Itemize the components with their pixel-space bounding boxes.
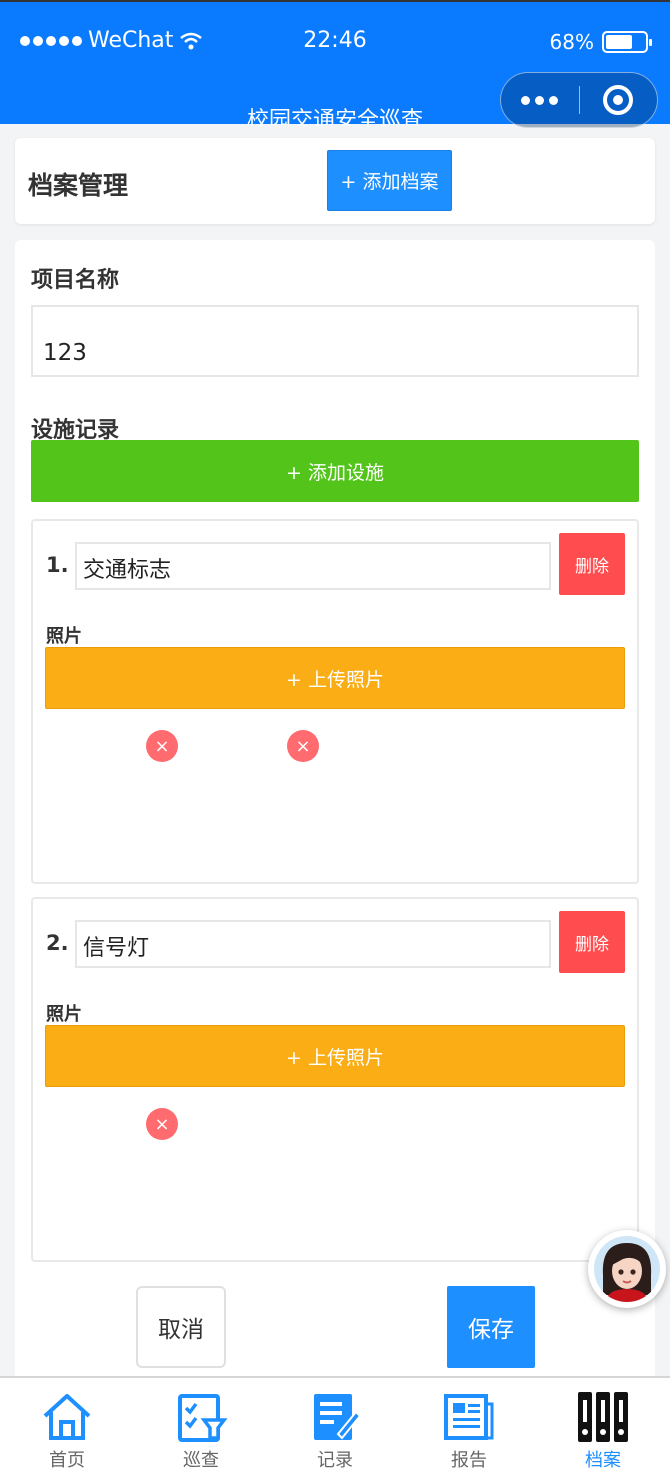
tab-label: 记录 [317,1450,353,1471]
record-icon [307,1390,363,1444]
more-menu-icon[interactable] [501,95,579,105]
section-title: 档案管理 [28,171,129,200]
facility-number: 2. [46,931,69,955]
remove-photo-icon[interactable]: × [287,730,319,762]
battery-percent: 68% [549,30,594,54]
close-program-icon[interactable] [580,85,658,115]
facility-number: 1. [46,553,69,577]
save-button[interactable]: 保存 [447,1286,535,1368]
tab-inspection[interactable]: 巡查 [134,1378,268,1472]
tab-record[interactable]: 记录 [268,1378,402,1472]
delete-facility-button[interactable]: 删除 [559,911,625,973]
inspection-icon [173,1390,229,1444]
archive-header-card: 档案管理 + 添加档案 [15,138,655,224]
tab-label: 巡查 [183,1450,219,1471]
assistant-face-icon [594,1236,660,1302]
project-name-input[interactable]: 123 [31,305,639,377]
assistant-avatar[interactable] [588,1230,666,1308]
remove-photo-icon[interactable]: × [146,1108,178,1140]
upload-photo-button[interactable]: + 上传照片 [45,1025,625,1087]
home-icon [39,1390,95,1444]
facility-name-input[interactable]: 交通标志 [75,542,551,590]
tab-home[interactable]: 首页 [0,1378,134,1472]
delete-facility-button[interactable]: 删除 [559,533,625,595]
facility-name-input[interactable]: 信号灯 [75,920,551,968]
photo-label: 照片 [46,626,82,647]
project-name-label: 项目名称 [31,268,120,293]
tab-label: 档案 [585,1450,621,1471]
report-icon [441,1390,497,1444]
mini-program-capsule [500,72,658,128]
add-facility-button[interactable]: + 添加设施 [31,440,639,502]
upload-photo-button[interactable]: + 上传照片 [45,647,625,709]
tab-archive[interactable]: 档案 [536,1378,670,1472]
archive-icon [575,1390,631,1444]
tab-report[interactable]: 报告 [402,1378,536,1472]
photo-label: 照片 [46,1004,82,1025]
archive-form: 项目名称 123 设施记录 + 添加设施 1. 交通标志 删除 照片 + 上传照… [15,240,655,1400]
facility-item: 2. 信号灯 删除 照片 + 上传照片 × [31,897,639,1262]
tab-label: 首页 [49,1450,85,1471]
battery-icon [602,31,652,53]
add-archive-button[interactable]: + 添加档案 [327,150,452,211]
cancel-button[interactable]: 取消 [136,1286,226,1368]
bottom-tab-bar: 首页 巡查 记录 报告 档案 [0,1376,670,1472]
top-bar: WeChat 22:46 68% 校园交通安全巡查 [0,0,670,128]
tab-label: 报告 [451,1450,487,1471]
status-battery: 68% [549,30,652,54]
facility-item: 1. 交通标志 删除 照片 + 上传照片 × × [31,519,639,884]
remove-photo-icon[interactable]: × [146,730,178,762]
